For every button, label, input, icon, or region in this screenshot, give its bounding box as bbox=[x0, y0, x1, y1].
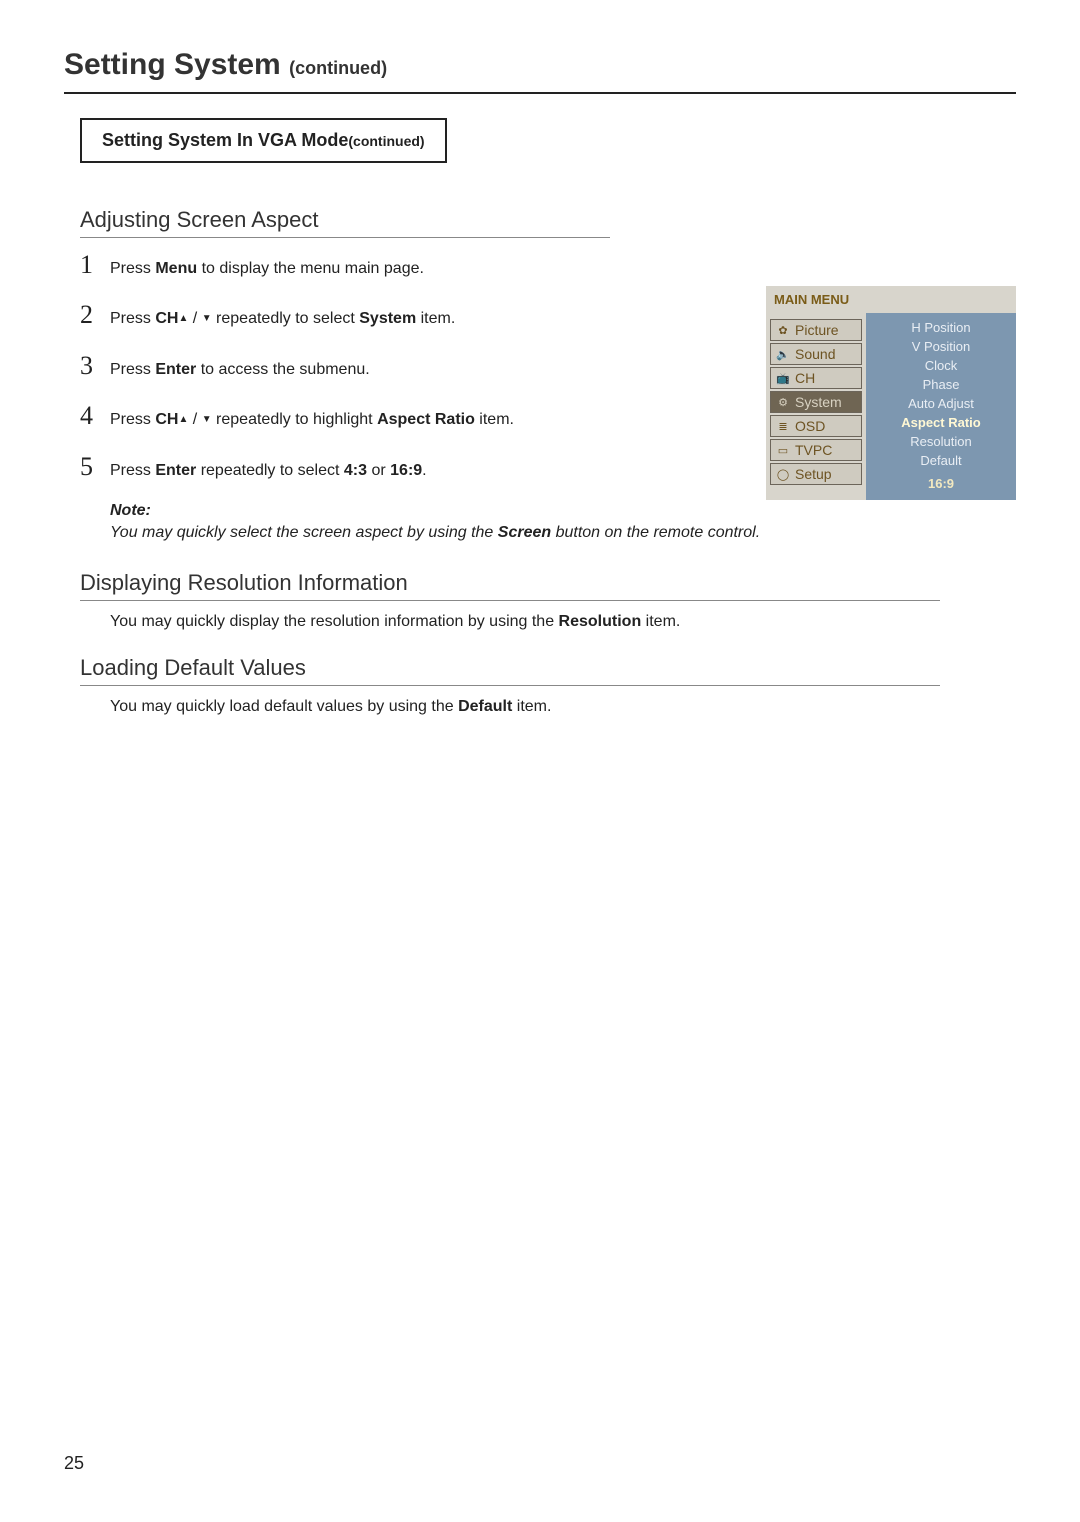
box-cont: (continued) bbox=[348, 133, 424, 149]
osd-right-column: H Position V Position Clock Phase Auto A… bbox=[866, 313, 1016, 500]
osd-item-picture: ✿Picture bbox=[770, 319, 862, 341]
arrow-down-icon: ▼ bbox=[202, 414, 212, 425]
osd-opt-aspectratio: Aspect Ratio bbox=[870, 414, 1012, 431]
osd-opt-vposition: V Position bbox=[870, 338, 1012, 355]
osd-value: 16:9 bbox=[870, 475, 1012, 492]
step-2: 2 Press CH▲ / ▼ repeatedly to select Sys… bbox=[80, 300, 620, 330]
rule-defaults bbox=[80, 685, 940, 686]
heading-aspect: Adjusting Screen Aspect bbox=[80, 207, 1016, 233]
step-5: 5 Press Enter repeatedly to select 4:3 o… bbox=[80, 452, 620, 482]
arrow-up-icon: ▲ bbox=[178, 414, 188, 425]
section-box-title: Setting System In VGA Mode(continued) bbox=[80, 118, 447, 163]
osd-opt-autoadjust: Auto Adjust bbox=[870, 395, 1012, 412]
osd-title: MAIN MENU bbox=[766, 286, 1016, 313]
step-num: 1 bbox=[80, 250, 110, 280]
monitor-icon: ▭ bbox=[775, 444, 791, 456]
arrow-up-icon: ▲ bbox=[178, 313, 188, 324]
note-head: Note: bbox=[110, 502, 151, 519]
step-num: 5 bbox=[80, 452, 110, 482]
step-text: Press CH▲ / ▼ repeatedly to highlight As… bbox=[110, 409, 620, 431]
arrow-down-icon: ▼ bbox=[202, 313, 212, 324]
step-num: 2 bbox=[80, 300, 110, 330]
sound-icon: 🔈 bbox=[775, 348, 791, 360]
osd-opt-default: Default bbox=[870, 452, 1012, 469]
osd-opt-hposition: H Position bbox=[870, 319, 1012, 336]
step-text: Press Menu to display the menu main page… bbox=[110, 258, 620, 280]
osd-menu: MAIN MENU ✿Picture 🔈Sound 📺CH ⚙System ≣O… bbox=[766, 286, 1016, 500]
step-3: 3 Press Enter to access the submenu. bbox=[80, 351, 620, 381]
heading-resolution: Displaying Resolution Information bbox=[80, 570, 1016, 596]
list-icon: ≣ bbox=[775, 420, 791, 432]
osd-item-ch: 📺CH bbox=[770, 367, 862, 389]
page-number: 25 bbox=[64, 1453, 84, 1474]
rule-aspect bbox=[80, 237, 610, 238]
page-title-continued: (continued) bbox=[289, 58, 387, 78]
steps-list: 1 Press Menu to display the menu main pa… bbox=[80, 250, 620, 482]
tv-icon: 📺 bbox=[775, 372, 791, 384]
circle-icon: ◯ bbox=[775, 468, 791, 480]
osd-opt-resolution: Resolution bbox=[870, 433, 1012, 450]
page-title: Setting System (continued) bbox=[64, 48, 1016, 82]
osd-item-setup: ◯Setup bbox=[770, 463, 862, 485]
step-1: 1 Press Menu to display the menu main pa… bbox=[80, 250, 620, 280]
note-body: You may quickly select the screen aspect… bbox=[110, 524, 1016, 542]
osd-item-osd: ≣OSD bbox=[770, 415, 862, 437]
step-text: Press Enter to access the submenu. bbox=[110, 359, 620, 381]
page-title-main: Setting System bbox=[64, 48, 281, 81]
heading-defaults: Loading Default Values bbox=[80, 655, 1016, 681]
note-block: Note: You may quickly select the screen … bbox=[110, 502, 1016, 542]
osd-item-system: ⚙System bbox=[770, 391, 862, 413]
osd-item-tvpc: ▭TVPC bbox=[770, 439, 862, 461]
step-4: 4 Press CH▲ / ▼ repeatedly to highlight … bbox=[80, 401, 620, 431]
osd-opt-phase: Phase bbox=[870, 376, 1012, 393]
step-text: Press Enter repeatedly to select 4:3 or … bbox=[110, 460, 620, 482]
step-text: Press CH▲ / ▼ repeatedly to select Syste… bbox=[110, 308, 620, 330]
resolution-para: You may quickly display the resolution i… bbox=[110, 613, 1016, 631]
osd-opt-clock: Clock bbox=[870, 357, 1012, 374]
rule-resolution bbox=[80, 600, 940, 601]
step-num: 3 bbox=[80, 351, 110, 381]
title-rule bbox=[64, 92, 1016, 94]
osd-item-sound: 🔈Sound bbox=[770, 343, 862, 365]
gear-icon: ⚙ bbox=[775, 396, 791, 408]
defaults-para: You may quickly load default values by u… bbox=[110, 698, 1016, 716]
manual-page: Setting System (continued) Setting Syste… bbox=[0, 0, 1080, 1522]
box-main: Setting System In VGA Mode bbox=[102, 130, 348, 150]
osd-body: ✿Picture 🔈Sound 📺CH ⚙System ≣OSD ▭TVPC ◯… bbox=[766, 313, 1016, 500]
osd-left-column: ✿Picture 🔈Sound 📺CH ⚙System ≣OSD ▭TVPC ◯… bbox=[766, 313, 866, 500]
step-num: 4 bbox=[80, 401, 110, 431]
picture-icon: ✿ bbox=[775, 324, 791, 336]
